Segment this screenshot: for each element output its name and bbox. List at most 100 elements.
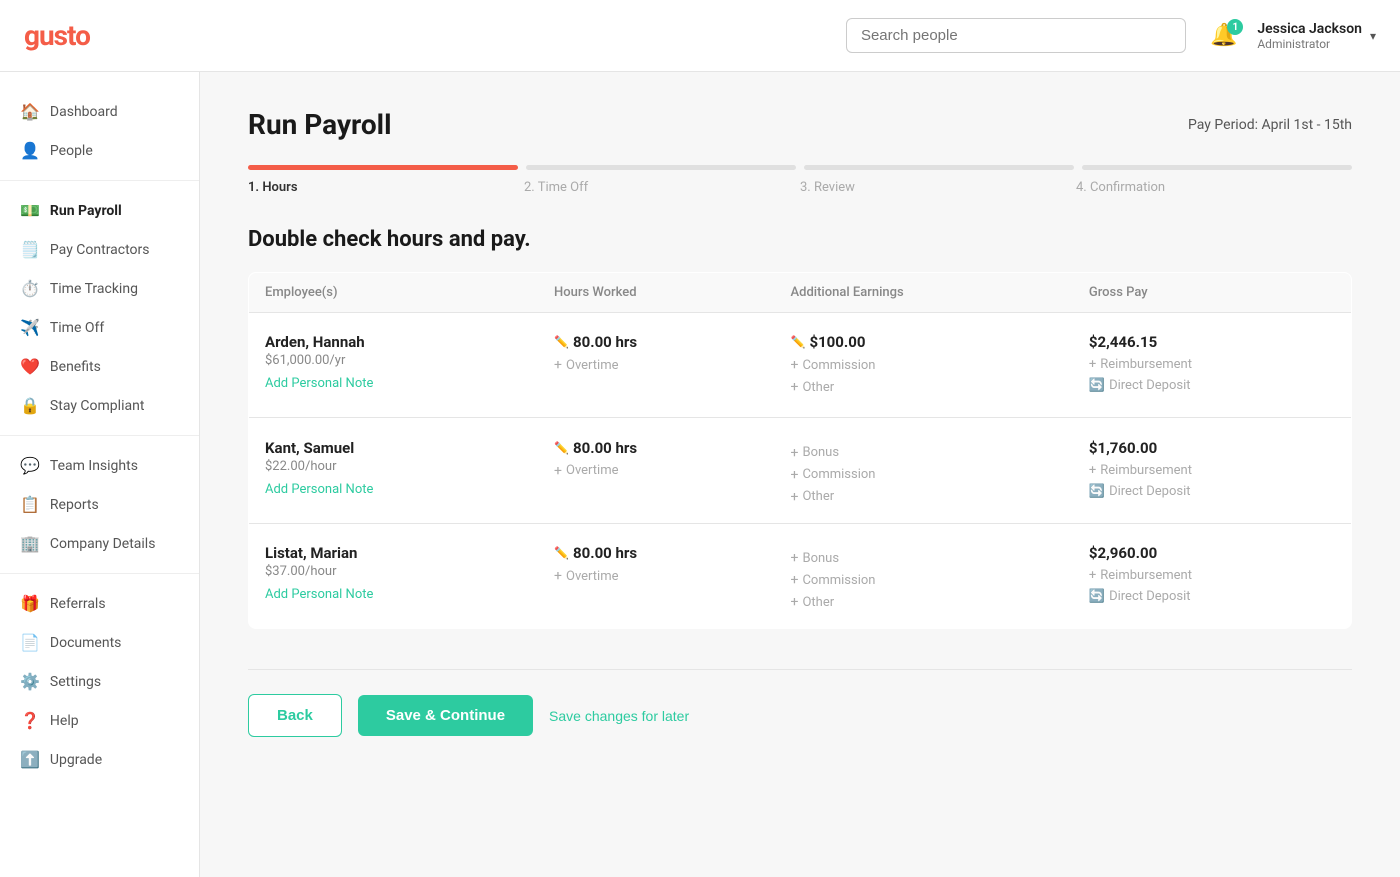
sidebar-item-label: Documents xyxy=(50,635,121,651)
add-overtime[interactable]: +Overtime xyxy=(554,463,758,479)
step-label-1: 1. Hours xyxy=(248,180,524,195)
sidebar-item-documents[interactable]: 📄 Documents xyxy=(0,623,199,662)
footer-actions: Back Save & Continue Save changes for la… xyxy=(248,669,1352,737)
edit-hours-icon[interactable]: ✏️ xyxy=(554,335,569,349)
step-labels: 1. Hours 2. Time Off 3. Review 4. Confir… xyxy=(248,180,1352,195)
add-overtime[interactable]: +Overtime xyxy=(554,357,758,373)
add-earning-commission[interactable]: +Commission xyxy=(791,572,1057,588)
search-input[interactable] xyxy=(861,27,1171,44)
gross-action-direct-deposit[interactable]: 🔄Direct Deposit xyxy=(1089,589,1335,604)
sidebar-divider xyxy=(0,180,199,181)
step-label-2: 2. Time Off xyxy=(524,180,800,195)
add-earning-bonus[interactable]: +Bonus xyxy=(791,445,1057,461)
add-overtime[interactable]: +Overtime xyxy=(554,568,758,584)
edit-hours-icon[interactable]: ✏️ xyxy=(554,441,569,455)
add-personal-note[interactable]: Add Personal Note xyxy=(265,376,522,407)
save-later-button[interactable]: Save changes for later xyxy=(549,708,689,724)
notification-badge: 1 xyxy=(1227,19,1243,35)
sidebar-item-label: Reports xyxy=(50,497,99,513)
dashboard-icon: 🏠 xyxy=(20,102,40,121)
user-info: Jessica Jackson Administrator xyxy=(1257,21,1362,51)
sidebar-item-team-insights[interactable]: 💬Team Insights xyxy=(0,446,199,485)
page-title: Run Payroll xyxy=(248,108,392,141)
sidebar-item-label: Stay Compliant xyxy=(50,398,144,414)
table-row: Listat, Marian $37.00/hour Add Personal … xyxy=(249,524,1352,629)
sidebar-item-people[interactable]: 👤 People xyxy=(0,131,199,170)
gross-pay-value: $1,760.00 xyxy=(1089,439,1335,457)
add-earning-other[interactable]: +Other xyxy=(791,489,1057,505)
sidebar-item-benefits[interactable]: ❤️ Benefits xyxy=(0,347,199,386)
sidebar-item-label: Run Payroll xyxy=(50,203,122,219)
time-off-icon: ✈️ xyxy=(20,318,40,337)
sidebar-item-label: Benefits xyxy=(50,359,101,375)
progress-bars xyxy=(248,165,1352,170)
sidebar-item-label: Settings xyxy=(50,674,101,690)
col-grosspay: Gross Pay xyxy=(1073,273,1352,313)
gross-pay-value: $2,960.00 xyxy=(1089,544,1335,562)
sidebar-item-label: Time Off xyxy=(50,320,104,336)
add-personal-note[interactable]: Add Personal Note xyxy=(265,482,522,513)
user-menu[interactable]: Jessica Jackson Administrator ▾ xyxy=(1257,21,1376,51)
gross-pay-value: $2,446.15 xyxy=(1089,333,1335,351)
gross-action-direct-deposit[interactable]: 🔄Direct Deposit xyxy=(1089,484,1335,499)
sidebar-item-settings[interactable]: ⚙️ Settings xyxy=(0,662,199,701)
gross-action-reimbursement[interactable]: +Reimbursement xyxy=(1089,463,1335,478)
table-row: Arden, Hannah $61,000.00/yr Add Personal… xyxy=(249,313,1352,418)
sidebar-item-label: People xyxy=(50,143,93,159)
page-header: Run Payroll Pay Period: April 1st - 15th xyxy=(248,108,1352,141)
sidebar-item-company-details[interactable]: 🏢Company Details xyxy=(0,524,199,563)
sidebar-item-label: Pay Contractors xyxy=(50,242,150,258)
pay-period: Pay Period: April 1st - 15th xyxy=(1188,117,1352,133)
hours-value: 80.00 hrs xyxy=(573,544,637,562)
people-icon: 👤 xyxy=(20,141,40,160)
sidebar-divider xyxy=(0,435,199,436)
sidebar-item-label: Dashboard xyxy=(50,104,118,120)
search-box[interactable] xyxy=(846,18,1186,53)
reports-icon: 📋 xyxy=(20,495,40,514)
gross-action-direct-deposit[interactable]: 🔄Direct Deposit xyxy=(1089,378,1335,393)
benefits-icon: ❤️ xyxy=(20,357,40,376)
back-button[interactable]: Back xyxy=(248,694,342,737)
add-earning-other[interactable]: +Other xyxy=(791,594,1057,610)
user-name: Jessica Jackson xyxy=(1257,21,1362,37)
documents-icon: 📄 xyxy=(20,633,40,652)
table-header: Employee(s) Hours Worked Additional Earn… xyxy=(249,273,1352,313)
edit-hours-icon[interactable]: ✏️ xyxy=(554,546,569,560)
progress-bar-step-4 xyxy=(1082,165,1352,170)
sidebar-item-label: Upgrade xyxy=(50,752,102,768)
save-continue-button[interactable]: Save & Continue xyxy=(358,695,533,736)
sidebar-item-label: Company Details xyxy=(50,536,156,552)
sidebar-item-referrals[interactable]: 🎁Referrals xyxy=(0,584,199,623)
add-earning-bonus[interactable]: +Bonus xyxy=(791,550,1057,566)
main-content: Run Payroll Pay Period: April 1st - 15th… xyxy=(200,72,1400,877)
progress-bar-step-3 xyxy=(804,165,1074,170)
gross-action-reimbursement[interactable]: +Reimbursement xyxy=(1089,568,1335,583)
add-earning-commission[interactable]: +Commission xyxy=(791,467,1057,483)
add-personal-note[interactable]: Add Personal Note xyxy=(265,587,522,618)
run-payroll-icon: 💵 xyxy=(20,201,40,220)
sidebar-item-time-tracking[interactable]: ⏱️Time Tracking xyxy=(0,269,199,308)
hours-value: 80.00 hrs xyxy=(573,333,637,351)
sidebar-item-reports[interactable]: 📋 Reports xyxy=(0,485,199,524)
notification-area[interactable]: 🔔 1 xyxy=(1210,23,1237,48)
sidebar-item-dashboard[interactable]: 🏠 Dashboard xyxy=(0,92,199,131)
progress-bar-step-1 xyxy=(248,165,518,170)
add-earning-commission[interactable]: +Commission xyxy=(791,357,1057,373)
sidebar-item-run-payroll[interactable]: 💵 Run Payroll xyxy=(0,191,199,230)
sidebar-item-time-off[interactable]: ✈️ Time Off xyxy=(0,308,199,347)
table-row: Kant, Samuel $22.00/hour Add Personal No… xyxy=(249,419,1352,524)
gross-action-reimbursement[interactable]: +Reimbursement xyxy=(1089,357,1335,372)
employee-name: Arden, Hannah xyxy=(265,333,522,351)
step-label-4: 4. Confirmation xyxy=(1076,180,1352,195)
add-earning-other[interactable]: +Other xyxy=(791,379,1057,395)
edit-earnings-icon[interactable]: ✏️ xyxy=(791,335,806,349)
sidebar-item-stay-compliant[interactable]: 🔒 Stay Compliant xyxy=(0,386,199,425)
upgrade-icon: ⬆️ xyxy=(20,750,40,769)
sidebar-item-upgrade[interactable]: ⬆️ Upgrade xyxy=(0,740,199,779)
stay-compliant-icon: 🔒 xyxy=(20,396,40,415)
sidebar-item-help[interactable]: ❓Help xyxy=(0,701,199,740)
employee-rate: $22.00/hour xyxy=(265,459,522,474)
settings-icon: ⚙️ xyxy=(20,672,40,691)
progress-steps: 1. Hours 2. Time Off 3. Review 4. Confir… xyxy=(248,165,1352,195)
sidebar-item-pay-contractors[interactable]: 🗒️Pay Contractors xyxy=(0,230,199,269)
